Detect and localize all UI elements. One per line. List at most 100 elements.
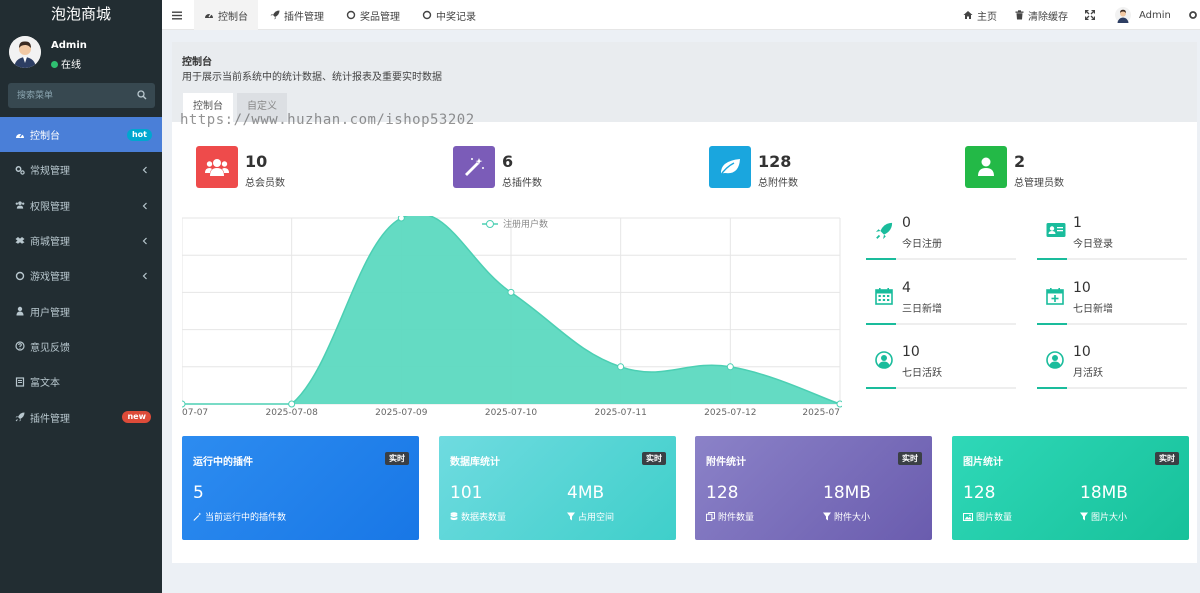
sidebar-item-shop[interactable]: 商城管理 — [0, 223, 162, 258]
chart-point[interactable] — [288, 400, 296, 408]
chart-legend-label[interactable]: 注册用户数 — [503, 218, 548, 230]
avatar-icon — [9, 36, 41, 68]
search-icon[interactable] — [137, 90, 147, 100]
sidebar-item-label: 常规管理 — [30, 166, 70, 178]
stat-label: 总管理员数 — [1014, 178, 1064, 189]
rocket-icon — [270, 10, 280, 20]
card-title: 附件统计 — [706, 457, 746, 468]
clear-cache-button[interactable]: 清除缓存 — [1015, 0, 1068, 30]
tab-winning-records[interactable]: 中奖记录 — [422, 0, 476, 30]
card-value: 18MB — [1080, 483, 1128, 503]
chart-x-tick-label: 2025-07-08 — [266, 408, 319, 416]
files-icon — [706, 512, 715, 521]
chevron-left-icon — [142, 166, 148, 174]
card-label: 当前运行中的插件数 — [193, 510, 286, 523]
tab-prizes[interactable]: 奖品管理 — [346, 0, 400, 30]
bars-icon — [172, 11, 182, 20]
card-title: 图片统计 — [963, 457, 1003, 468]
stat-label: 总附件数 — [758, 178, 798, 189]
new-badge: new — [122, 411, 151, 424]
sidebar-item-feedback[interactable]: 意见反馈 — [0, 329, 162, 364]
mini-stat-label: 三日新增 — [902, 304, 942, 315]
app-logo[interactable]: 泡泡商城 — [0, 0, 162, 30]
realtime-tag: 实时 — [642, 452, 666, 465]
mini-stat-today-login: 1 今日登录 — [1037, 214, 1187, 260]
card-label: 图片数量 — [963, 510, 1012, 523]
stat-value: 10 — [245, 152, 268, 171]
file-text-icon — [15, 377, 25, 387]
sidebar-item-user[interactable]: 用户管理 — [0, 293, 162, 328]
home-icon — [963, 10, 973, 20]
sidebar-item-richtext[interactable]: 富文本 — [0, 364, 162, 399]
tab-plugins[interactable]: 插件管理 — [270, 0, 324, 30]
settings-button[interactable] — [1188, 0, 1198, 30]
dashboard-icon — [204, 10, 214, 20]
mini-stat-bar — [866, 258, 1016, 260]
chart-point[interactable] — [836, 400, 842, 408]
mini-stat-value: 10 — [1073, 344, 1091, 360]
home-link[interactable]: 主页 — [963, 0, 997, 30]
chart-x-tick-label: 07-07 — [182, 408, 208, 416]
admin-menu[interactable]: Admin — [1115, 0, 1171, 30]
user-status: 在线 — [51, 56, 81, 71]
chart-point[interactable] — [507, 288, 515, 296]
card-label-text: 图片大小 — [1091, 513, 1128, 523]
database-icon — [450, 512, 458, 521]
card-label: 数据表数量 — [450, 510, 506, 523]
mini-stat-seven-days-active: 10 七日活跃 — [866, 343, 1016, 389]
magic-wand-icon — [465, 158, 484, 176]
sidebar-item-label: 商城管理 — [30, 237, 70, 249]
search-input[interactable] — [8, 83, 128, 108]
dropbox-icon — [15, 236, 25, 246]
stat-value: 6 — [502, 152, 514, 171]
card-title: 数据库统计 — [450, 457, 500, 468]
card-value: 128 — [963, 483, 996, 503]
sidebar-item-permission[interactable]: 权限管理 — [0, 188, 162, 223]
card-value: 5 — [193, 483, 204, 503]
realtime-tag: 实时 — [385, 452, 409, 465]
card-title: 运行中的插件 — [193, 457, 253, 468]
chart-point[interactable] — [182, 400, 186, 408]
user-icon — [15, 306, 25, 316]
sidebar-item-label: 意见反馈 — [30, 342, 70, 354]
sidebar-item-plugins[interactable]: 插件管理 new — [0, 399, 162, 434]
stat-icon-box — [453, 146, 495, 188]
mini-stat-bar — [866, 323, 1016, 325]
user-circle-icon — [1046, 351, 1064, 369]
chevron-left-icon — [142, 237, 148, 245]
mini-stat-label: 今日登录 — [1073, 239, 1113, 250]
stat-icon-box — [709, 146, 751, 188]
chart-point[interactable] — [726, 363, 734, 371]
calendar-icon — [875, 287, 893, 305]
chart-x-tick-label: 2025-07 — [802, 408, 840, 416]
tab-dashboard[interactable]: 控制台 — [194, 0, 258, 30]
admin-label: Admin — [1139, 9, 1171, 21]
sidebar-search — [8, 83, 155, 108]
realtime-tag: 实时 — [1155, 452, 1179, 465]
mini-stat-seven-days: 10 七日新增 — [1037, 279, 1187, 325]
card-label-text: 当前运行中的插件数 — [205, 513, 287, 523]
sidebar-item-game[interactable]: 游戏管理 — [0, 258, 162, 293]
circle-icon — [346, 10, 356, 20]
tab-label: 插件管理 — [284, 11, 324, 23]
mini-stat-bar — [866, 387, 1016, 389]
online-dot-icon — [51, 61, 58, 68]
stat-value: 2 — [1014, 152, 1026, 171]
tab-label: 奖品管理 — [360, 11, 400, 23]
mini-stat-bar — [1037, 323, 1187, 325]
chart-point[interactable] — [397, 216, 405, 222]
mini-stat-three-days: 4 三日新增 — [866, 279, 1016, 325]
page-subtitle: 用于展示当前系统中的统计数据、统计报表及重要实时数据 — [182, 72, 442, 83]
users-icon — [205, 159, 229, 176]
filter-icon — [823, 512, 831, 521]
sidebar-item-dashboard[interactable]: 控制台 hot — [0, 117, 162, 153]
sidebar-item-general[interactable]: 常规管理 — [0, 152, 162, 187]
home-label: 主页 — [977, 11, 997, 23]
id-card-icon — [1046, 222, 1066, 238]
avatar[interactable] — [9, 36, 41, 68]
chart-point[interactable] — [617, 363, 625, 371]
menu-toggle-button[interactable] — [172, 0, 182, 30]
magic-wand-icon — [193, 512, 202, 521]
user-status-label: 在线 — [61, 60, 81, 71]
fullscreen-button[interactable] — [1085, 0, 1095, 30]
